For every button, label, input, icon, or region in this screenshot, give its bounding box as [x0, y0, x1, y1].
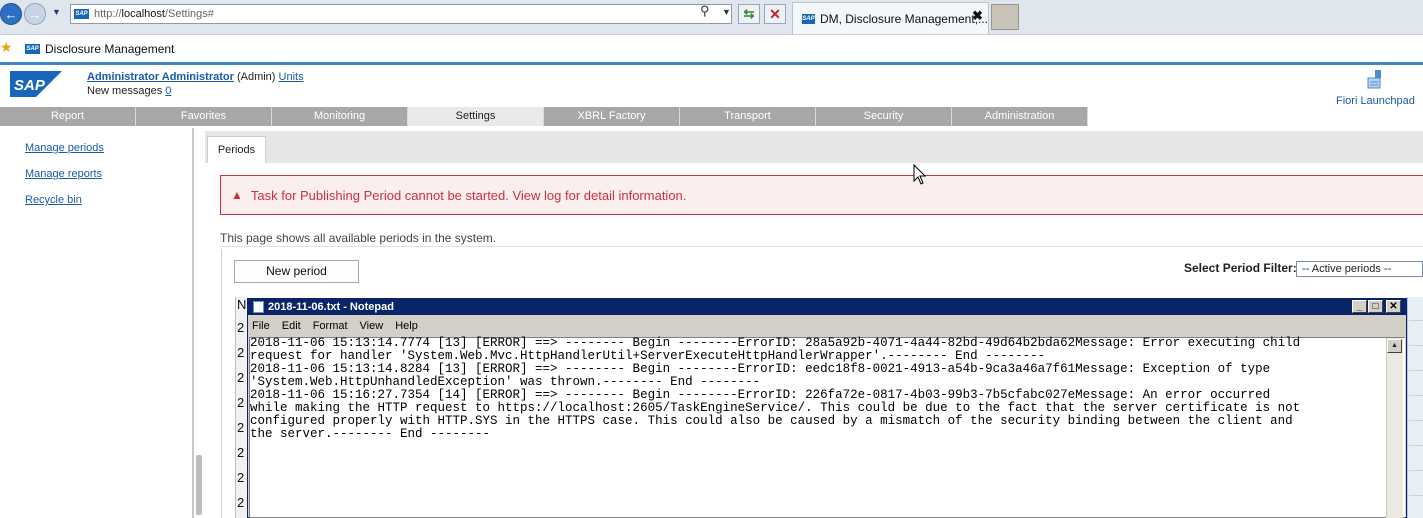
main-nav: Report Favorites Monitoring Settings XBRL Fa…	[0, 107, 1092, 126]
nav-filler	[1092, 107, 1423, 126]
menu-file[interactable]: File	[252, 320, 270, 332]
table-cell-divider	[1409, 420, 1423, 421]
tab-transport[interactable]: Transport	[680, 107, 816, 126]
back-arrow-icon[interactable]: ←	[0, 3, 22, 25]
new-tab-button[interactable]	[991, 4, 1019, 30]
table-cell-divider	[1409, 445, 1423, 446]
messages-label: New messages	[87, 85, 163, 97]
table-cell-divider	[1409, 395, 1423, 396]
divider	[220, 246, 1423, 247]
tab-administration[interactable]: Administration	[952, 107, 1088, 126]
table-cell-divider	[1409, 370, 1423, 371]
messages-info: New messages 0	[87, 85, 171, 97]
url-path: /Settings#	[164, 8, 214, 20]
tab-favicon-icon: SAP	[802, 13, 815, 24]
tab-security[interactable]: Security	[816, 107, 952, 126]
user-name-link[interactable]: Administrator Administrator	[87, 71, 234, 83]
sidebar-scrollbar[interactable]	[196, 455, 202, 515]
sidebar	[0, 126, 200, 518]
notepad-title: 2018-11-06.txt - Notepad	[268, 301, 394, 313]
table-row[interactable]: 2	[237, 420, 244, 435]
notepad-scrollbar[interactable]	[1386, 338, 1403, 518]
table-row[interactable]: 2	[237, 470, 244, 485]
url-host: localhost	[121, 8, 165, 20]
stop-icon[interactable]: ✕	[764, 4, 786, 24]
favorites-bar	[0, 36, 1423, 62]
table-row[interactable]: 2	[237, 320, 244, 335]
period-filter-select[interactable]: -- Active periods --	[1296, 261, 1423, 277]
url-prefix: http://	[94, 8, 122, 20]
favorites-star-icon[interactable]: ★	[0, 39, 13, 56]
refresh-icon[interactable]: ⇆	[738, 4, 760, 24]
period-filter-label: Select Period Filter:	[1184, 261, 1297, 275]
error-message: Task for Publishing Period cannot be sta…	[250, 187, 687, 203]
sidebar-item-recycle-bin[interactable]: Recycle bin	[25, 194, 82, 206]
tab-report[interactable]: Report	[0, 107, 136, 126]
minimize-icon[interactable]: _	[1352, 300, 1367, 313]
menu-view[interactable]: View	[360, 320, 384, 332]
table-row[interactable]: 2	[237, 370, 244, 385]
svg-text:SAP: SAP	[14, 77, 46, 94]
table-header-cell: N	[237, 297, 247, 312]
sidebar-divider	[192, 128, 194, 518]
sap-favicon-icon: SAP	[74, 9, 89, 19]
scroll-up-icon[interactable]: ▲	[1387, 339, 1402, 353]
content-tab-strip	[205, 131, 1423, 163]
log-text[interactable]: 2018-11-06 15:13:14.7774 [13] [ERROR] ==…	[250, 337, 1375, 441]
address-bar[interactable]: SAP http://localhost/Settings#	[70, 4, 732, 24]
address-dropdown-icon[interactable]: ▼	[722, 7, 731, 17]
tab-title: DM, Disclosure Management,...	[819, 11, 988, 26]
forward-arrow-icon[interactable]: →	[24, 3, 46, 25]
error-banner: ▲ Task for Publishing Period cannot be s…	[220, 175, 1423, 215]
menu-help[interactable]: Help	[395, 320, 418, 332]
table-cell-divider	[1409, 470, 1423, 471]
page-description: This page shows all available periods in…	[220, 231, 497, 245]
log-line: the server.-------- End --------	[250, 427, 491, 441]
new-period-button[interactable]: New period	[234, 260, 359, 283]
tab-favorites[interactable]: Favorites	[136, 107, 272, 126]
tab-periods[interactable]: Periods	[207, 136, 266, 163]
tab-monitoring[interactable]: Monitoring	[272, 107, 408, 126]
browser-tab[interactable]: SAP DM, Disclosure Management,...	[792, 2, 989, 34]
user-role: (Admin)	[236, 71, 276, 83]
table-row[interactable]: 2	[237, 495, 244, 510]
tab-settings[interactable]: Settings	[408, 107, 544, 126]
sap-logo: SAP	[10, 71, 62, 97]
launchpad-icon[interactable]	[1366, 69, 1386, 91]
user-info: Administrator Administrator (Admin) Unit…	[87, 71, 304, 83]
favorites-item-label: Disclosure Management	[45, 42, 175, 56]
url-text[interactable]: http://localhost/Settings#	[94, 8, 214, 20]
units-link[interactable]: Units	[279, 71, 304, 83]
table-cell-divider	[1409, 345, 1423, 346]
table-cell-divider	[1409, 320, 1423, 321]
mouse-cursor-icon	[913, 164, 927, 185]
notepad-menubar: File Edit Format View Help	[248, 316, 1406, 335]
close-icon[interactable]: ✕	[1386, 300, 1401, 313]
notepad-icon	[253, 301, 264, 313]
tab-close-icon[interactable]: ✖	[972, 8, 983, 24]
sidebar-item-manage-periods[interactable]: Manage periods	[25, 142, 104, 154]
messages-count-link[interactable]: 0	[165, 85, 171, 97]
periods-table-right-edge	[1407, 297, 1423, 518]
table-cell-divider	[1409, 495, 1423, 496]
table-row[interactable]: 2	[237, 345, 244, 360]
maximize-icon[interactable]: □	[1368, 300, 1383, 313]
menu-edit[interactable]: Edit	[282, 320, 301, 332]
table-row[interactable]: 2	[237, 395, 244, 410]
warning-icon: ▲	[231, 188, 243, 202]
sidebar-item-manage-reports[interactable]: Manage reports	[25, 168, 102, 180]
menu-format[interactable]: Format	[313, 320, 348, 332]
history-dropdown-icon[interactable]: ▼	[52, 7, 61, 17]
favorites-item[interactable]: SAP Disclosure Management	[22, 42, 174, 56]
launchpad-link[interactable]: Fiori Launchpad	[1336, 95, 1415, 107]
table-row[interactable]: 2	[237, 445, 244, 460]
search-icon[interactable]: ⚲	[700, 3, 710, 19]
notepad-titlebar[interactable]: 2018-11-06.txt - Notepad	[248, 299, 1406, 315]
favorites-item-icon: SAP	[25, 44, 40, 54]
tab-xbrl-factory[interactable]: XBRL Factory	[544, 107, 680, 126]
